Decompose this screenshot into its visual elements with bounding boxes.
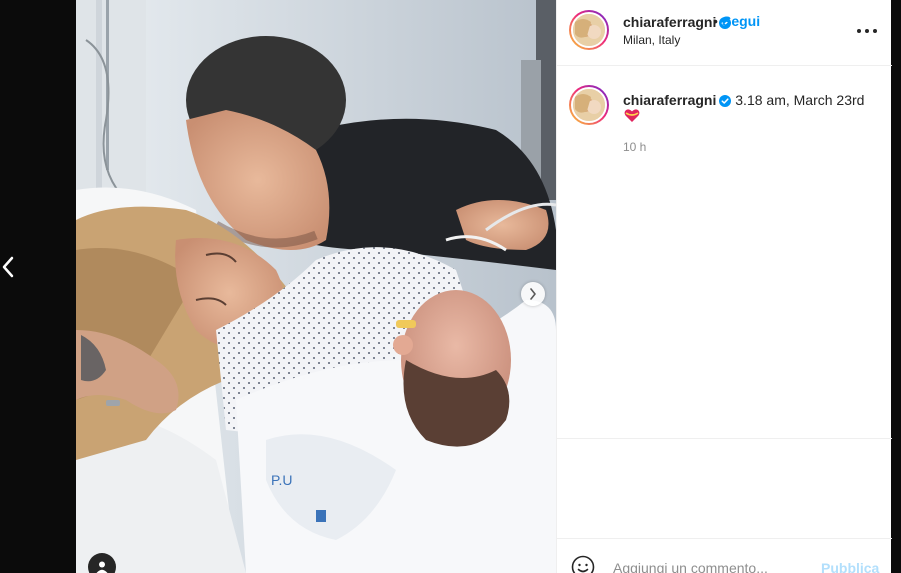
tagged-users-button[interactable] — [88, 553, 116, 573]
emoji-icon[interactable] — [571, 555, 595, 573]
post-photo: P.U — [76, 0, 556, 573]
caption-text: 3.18 am, March 23rd — [735, 92, 865, 108]
caption-avatar[interactable] — [569, 85, 609, 125]
more-horizontal-icon — [857, 29, 861, 33]
caption-username[interactable]: chiaraferragni — [623, 92, 716, 108]
profile-photo — [573, 14, 605, 46]
user-tag-icon — [96, 561, 108, 573]
panel-divider — [557, 438, 892, 439]
follow-button[interactable]: Segui — [722, 13, 760, 29]
previous-post-button[interactable] — [0, 253, 16, 281]
header-separator: • — [713, 13, 718, 29]
chevron-left-icon — [2, 256, 14, 278]
more-options-button[interactable] — [857, 26, 877, 36]
post-media[interactable]: P.U — [76, 0, 556, 573]
post-location[interactable]: Milan, Italy — [623, 33, 680, 47]
chevron-right-icon — [530, 288, 536, 300]
post-modal: P.U chiaraferragni • Segui Milan, Italy … — [76, 0, 892, 573]
heart-ribbon-emoji — [624, 109, 640, 122]
profile-photo — [573, 89, 605, 121]
post-timestamp[interactable]: 10 h — [623, 140, 646, 154]
post-header: chiaraferragni • Segui Milan, Italy — [557, 0, 892, 66]
more-horizontal-icon-dot — [865, 29, 869, 33]
post-side-panel: chiaraferragni • Segui Milan, Italy chia… — [556, 0, 892, 573]
carousel-next-button[interactable] — [521, 282, 545, 306]
comment-bar: Pubblica — [557, 538, 892, 573]
more-horizontal-icon-dot — [873, 29, 877, 33]
svg-text:P.U: P.U — [271, 472, 293, 488]
verified-badge-icon — [719, 95, 732, 107]
author-username-text: chiaraferragni — [623, 14, 717, 30]
comment-input[interactable] — [613, 559, 803, 573]
author-avatar[interactable] — [569, 10, 609, 50]
caption: chiaraferragni 3.18 am, March 23rd — [623, 91, 878, 109]
publish-button[interactable]: Pubblica — [821, 560, 879, 573]
